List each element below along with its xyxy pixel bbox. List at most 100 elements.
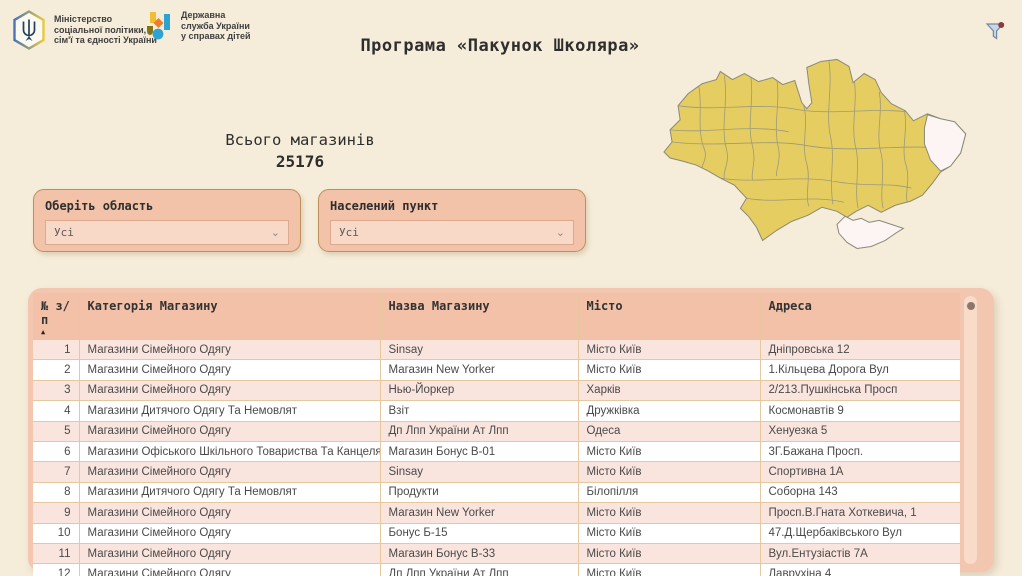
cell-store-name: Продукти [380,482,578,502]
cell-store-name: Магазин New Yorker [380,503,578,523]
cell-category: Магазини Дитячого Одягу Та Немовлят [79,401,380,421]
service-logo-text: Державна служба України у справах дітей [181,10,251,42]
cell-city: Місто Київ [578,523,760,543]
cell-address: Просп.В.Гната Хоткевича, 1 [760,503,960,523]
table-row[interactable]: 11 Магазини Сімейного Одягу Магазин Бону… [33,543,960,563]
table-row[interactable]: 1 Магазини Сімейного Одягу Sinsay Місто … [33,340,960,360]
cell-city: Місто Київ [578,441,760,461]
cell-store-name: Sinsay [380,340,578,360]
table-row[interactable]: 5 Магазини Сімейного Одягу Дп Лпп Україн… [33,421,960,441]
cell-address: Вул.Ентузіастів 7А [760,543,960,563]
cell-address: 2/213.Пушкінська Просп [760,380,960,400]
column-header-city[interactable]: Місто [578,293,760,340]
cell-store-name: Магазин Бонус В-01 [380,441,578,461]
table-row[interactable]: 6 Магазини Офіського Шкільного Товариств… [33,441,960,461]
page-title: Програма «Пакунок Школяра» [320,36,680,56]
table-row[interactable]: 4 Магазини Дитячого Одягу Та Немовлят Вз… [33,401,960,421]
settlement-slicer-label: Населений пункт [330,199,574,213]
cell-city: Білопілля [578,482,760,502]
cell-category: Магазини Сімейного Одягу [79,380,380,400]
ukraine-map[interactable] [658,53,1022,265]
filter-icon[interactable] [984,20,1006,42]
cell-store-name: Дп Лпп України Ат Лпп [380,564,578,576]
cell-address: 1.Кільцева Дорога Вул [760,360,960,380]
cell-address: 3Г.Бажана Просп. [760,441,960,461]
cell-category: Магазини Сімейного Одягу [79,340,380,360]
cell-number: 12 [33,564,79,576]
cell-city: Місто Київ [578,543,760,563]
cell-category: Магазини Сімейного Одягу [79,462,380,482]
children-service-logo: Державна служба України у справах дітей [146,10,251,42]
chevron-down-icon: ⌄ [271,226,280,239]
cell-address: Хенуезка 5 [760,421,960,441]
children-service-icon [146,11,173,40]
cell-store-name: Sinsay [380,462,578,482]
cell-city: Місто Київ [578,564,760,576]
oblast-dropdown[interactable]: Усі ⌄ [45,220,289,245]
table-row[interactable]: 7 Магазини Сімейного Одягу Sinsay Місто … [33,462,960,482]
map-crimea-region[interactable] [837,216,903,248]
cell-address: 47.Д.Щербаківського Вул [760,523,960,543]
cell-address: Дніпровська 12 [760,340,960,360]
kpi-value: 25176 [178,152,422,171]
cell-store-name: Бонус Б-15 [380,523,578,543]
map-mainland-region[interactable] [664,59,966,240]
cell-number: 7 [33,462,79,482]
cell-category: Магазини Сімейного Одягу [79,503,380,523]
cell-city: Місто Київ [578,340,760,360]
cell-address: Спортивна 1А [760,462,960,482]
total-stores-kpi: Всього магазинів 25176 [178,131,422,171]
trident-hexagon-icon [12,10,46,50]
oblast-slicer-label: Оберіть область [45,199,289,213]
table-row[interactable]: 3 Магазини Сімейного Одягу Нью-Йоркер Ха… [33,380,960,400]
table-row[interactable]: 12 Магазини Сімейного Одягу Дп Лпп Украї… [33,564,960,576]
cell-city: Місто Київ [578,503,760,523]
cell-address: Космонавтів 9 [760,401,960,421]
settlement-slicer: Населений пункт Усі ⌄ [318,189,586,252]
cell-store-name: Взіт [380,401,578,421]
oblast-slicer: Оберіть область Усі ⌄ [33,189,301,252]
cell-number: 6 [33,441,79,461]
cell-number: 2 [33,360,79,380]
scrollbar-thumb[interactable] [967,302,975,310]
cell-city: Місто Київ [578,360,760,380]
cell-number: 11 [33,543,79,563]
column-header-store-name[interactable]: Назва Магазину [380,293,578,340]
cell-city: Одеса [578,421,760,441]
cell-number: 5 [33,421,79,441]
sort-ascending-icon: ▲ [41,329,71,336]
cell-number: 3 [33,380,79,400]
column-header-number[interactable]: № з/п ▲ [33,293,79,340]
settlement-dropdown-value: Усі [339,226,359,239]
cell-store-name: Дп Лпп України Ат Лпп [380,421,578,441]
cell-category: Магазини Офіського Шкільного Товариства … [79,441,380,461]
chevron-down-icon: ⌄ [556,226,565,239]
table-scrollbar[interactable] [964,296,977,564]
ministry-logo-text: Міністерство соціальної політики, сім'ї … [54,14,157,46]
table-row[interactable]: 2 Магазини Сімейного Одягу Магазин New Y… [33,360,960,380]
table-row[interactable]: 10 Магазини Сімейного Одягу Бонус Б-15 М… [33,523,960,543]
cell-number: 10 [33,523,79,543]
kpi-label: Всього магазинів [178,131,422,149]
settlement-dropdown[interactable]: Усі ⌄ [330,220,574,245]
column-header-address[interactable]: Адреса [760,293,960,340]
cell-store-name: Магазин New Yorker [380,360,578,380]
cell-address: Лаврухіна 4 [760,564,960,576]
cell-address: Соборна 143 [760,482,960,502]
report-page: Міністерство соціальної політики, сім'ї … [0,0,1022,576]
cell-city: Місто Київ [578,462,760,482]
oblast-dropdown-value: Усі [54,226,74,239]
cell-category: Магазини Дитячого Одягу Та Немовлят [79,482,380,502]
cell-city: Дружківка [578,401,760,421]
cell-store-name: Магазин Бонус В-33 [380,543,578,563]
column-header-category[interactable]: Категорія Магазину [79,293,380,340]
cell-category: Магазини Сімейного Одягу [79,543,380,563]
cell-category: Магазини Сімейного Одягу [79,523,380,543]
table-row[interactable]: 9 Магазини Сімейного Одягу Магазин New Y… [33,503,960,523]
ministry-logo: Міністерство соціальної політики, сім'ї … [12,10,157,50]
cell-category: Магазини Сімейного Одягу [79,360,380,380]
cell-category: Магазини Сімейного Одягу [79,564,380,576]
cell-number: 8 [33,482,79,502]
cell-store-name: Нью-Йоркер [380,380,578,400]
table-row[interactable]: 8 Магазини Дитячого Одягу Та Немовлят Пр… [33,482,960,502]
